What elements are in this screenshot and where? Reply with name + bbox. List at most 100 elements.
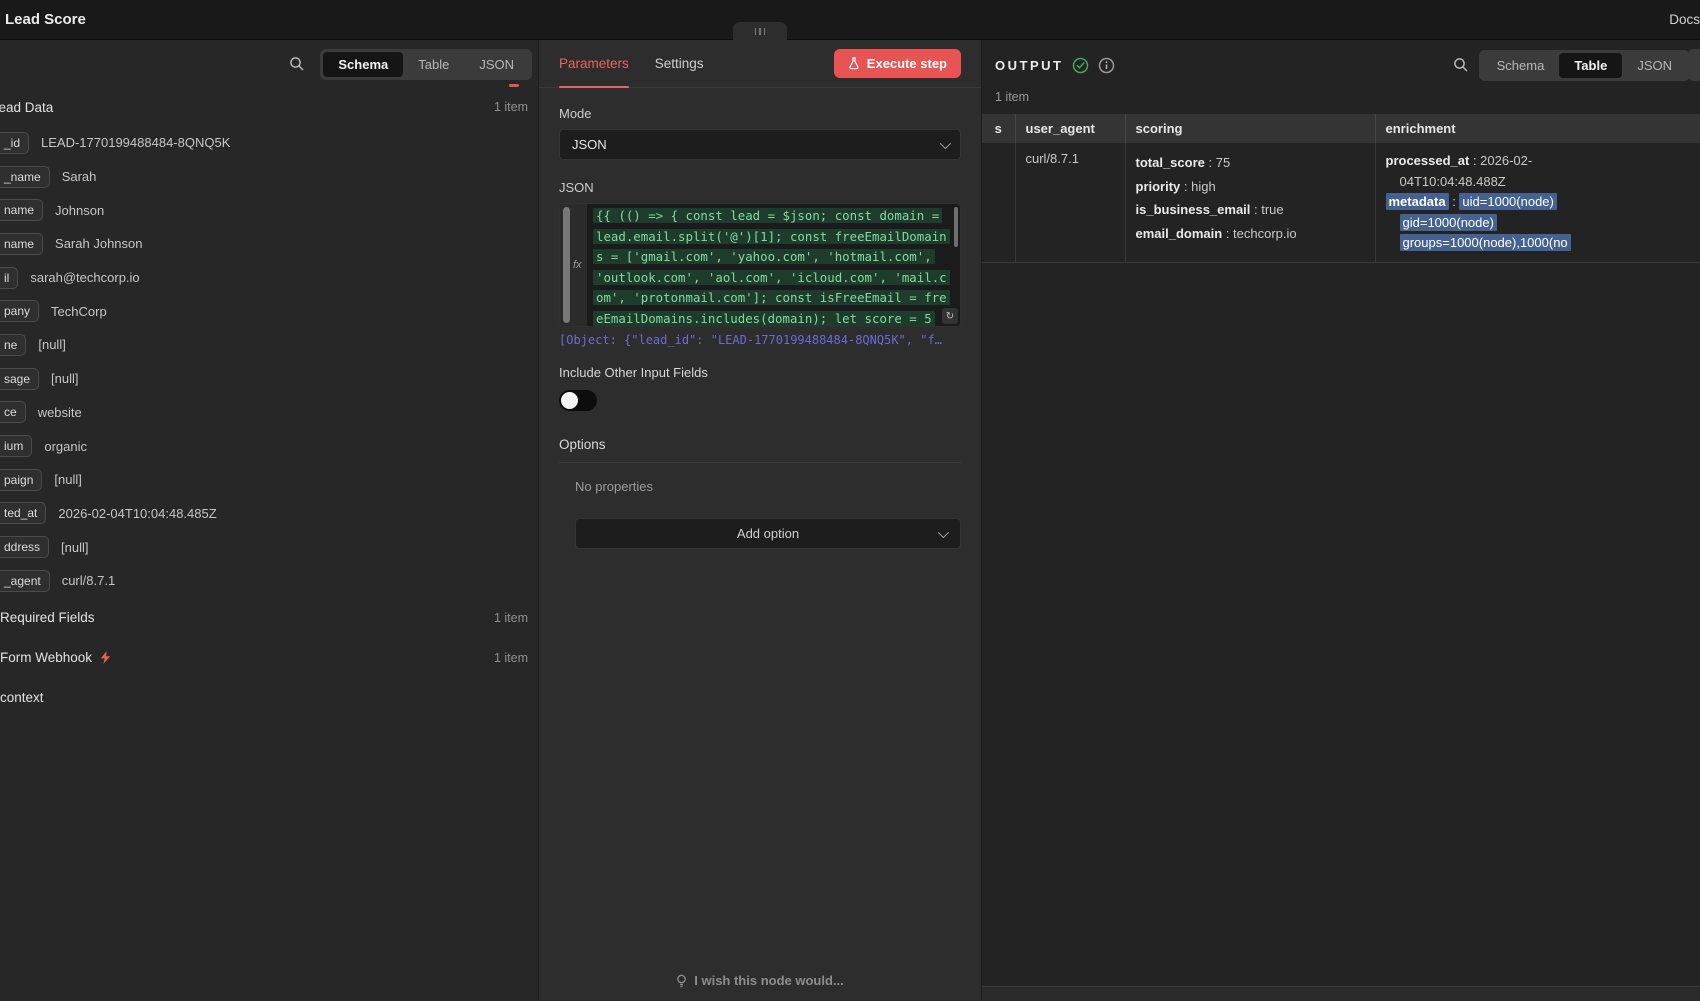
schema-field-row[interactable]: ce website — [0, 396, 538, 430]
input-panel: Schema Table JSON Lead Data 1 item _id L… — [0, 40, 538, 1000]
section-form-webhook-label: Form Webhook — [0, 650, 92, 665]
parameters-panel: Parameters Settings Execute step Mode JS… — [538, 40, 982, 1000]
input-tab-schema[interactable]: Schema — [323, 52, 403, 77]
include-other-fields-toggle[interactable] — [559, 390, 597, 411]
output-view-tabs: Schema Table JSON — [1479, 50, 1690, 81]
field-key-pill[interactable]: il — [0, 267, 18, 289]
field-value: LEAD-1770199488484-8QNQ5K — [41, 135, 230, 150]
schema-field-row[interactable]: sage [null] — [0, 362, 538, 396]
column-header-clipped[interactable]: s — [982, 114, 1015, 143]
field-value: sarah@techcorp.io — [30, 270, 139, 285]
code-lines: {{ (() => { const lead = $json; const do… — [587, 204, 960, 327]
schema-field-row[interactable]: paign [null] — [0, 463, 538, 497]
options-label: Options — [559, 437, 961, 452]
field-key-pill[interactable]: pany — [0, 300, 39, 322]
field-key-pill[interactable]: ddress — [0, 536, 49, 558]
cell-user-agent: curl/8.7.1 — [1015, 143, 1125, 262]
json-field-label: JSON — [559, 180, 961, 195]
flask-icon — [848, 57, 860, 70]
field-value: Johnson — [55, 203, 104, 218]
field-value: [null] — [54, 472, 81, 487]
field-key-pill[interactable]: _agent — [0, 570, 50, 592]
field-key-pill[interactable]: paign — [0, 469, 42, 491]
schema-field-row[interactable]: pany TechCorp — [0, 294, 538, 328]
editor-expand-icon[interactable]: ↻ — [942, 308, 958, 324]
include-other-fields-label: Include Other Input Fields — [559, 365, 961, 380]
schema-field-row[interactable]: ium organic — [0, 429, 538, 463]
schema-field-row[interactable]: ne [null] — [0, 328, 538, 362]
schema-field-row[interactable]: name Sarah Johnson — [0, 227, 538, 261]
field-key-pill[interactable]: ted_at — [0, 502, 46, 524]
column-header-user-agent[interactable]: user_agent — [1015, 114, 1125, 143]
field-key-pill[interactable]: ce — [0, 401, 26, 423]
field-value: organic — [44, 439, 87, 454]
cell-clipped — [982, 143, 1015, 262]
schema-field-row[interactable]: il sarah@techcorp.io — [0, 261, 538, 295]
input-search-icon[interactable] — [288, 55, 306, 73]
schema-field-row[interactable]: ddress [null] — [0, 530, 538, 564]
panel-drag-grip[interactable] — [733, 22, 787, 40]
schema-field-row[interactable]: _name Sarah — [0, 160, 538, 194]
info-circle-icon[interactable] — [1098, 57, 1115, 74]
field-value: [null] — [61, 540, 88, 555]
editor-scrollbar[interactable] — [954, 207, 958, 247]
schema-field-list: _id LEAD-1770199488484-8QNQ5K _name Sara… — [0, 126, 538, 598]
output-search-icon[interactable] — [1452, 56, 1470, 74]
field-key-pill[interactable]: sage — [0, 368, 39, 390]
output-panel: OUTPUT Schema Table JSON 1 item — [982, 40, 1700, 1000]
top-bar: Lead Score Docs — [0, 0, 1700, 40]
field-value: website — [38, 405, 82, 420]
section-required-fields-label: Required Fields — [0, 610, 95, 625]
no-properties-text: No properties — [575, 479, 961, 494]
editor-gutter-handle[interactable] — [563, 207, 570, 323]
schema-field-row[interactable]: _id LEAD-1770199488484-8QNQ5K — [0, 126, 538, 160]
section-context[interactable]: context — [0, 678, 538, 718]
output-table-header-row: s user_agent scoring enrichment — [982, 114, 1700, 143]
output-toolbar: OUTPUT Schema Table JSON — [982, 40, 1700, 90]
toggle-knob — [561, 392, 578, 409]
expression-result-preview: [Object: {"lead_id": "LEAD-1770199488484… — [559, 333, 961, 347]
lightbulb-icon — [676, 974, 687, 988]
tab-settings[interactable]: Settings — [655, 40, 704, 88]
json-expression-editor[interactable]: fx {{ (() => { const lead = $json; const… — [559, 203, 961, 327]
input-view-tabs: Schema Table JSON — [320, 49, 532, 80]
schema-field-row[interactable]: ted_at 2026-02-04T10:04:48.485Z — [0, 497, 538, 531]
parameters-header: Parameters Settings Execute step — [539, 40, 981, 88]
output-tab-schema[interactable]: Schema — [1482, 53, 1560, 78]
clipped-toolbar-button[interactable] — [1688, 49, 1700, 81]
section-form-webhook[interactable]: Form Webhook 1 item — [0, 638, 538, 678]
node-wish-hint[interactable]: I wish this node would... — [539, 973, 981, 988]
mode-select-value: JSON — [572, 137, 607, 152]
field-key-pill[interactable]: _name — [0, 166, 50, 188]
input-toolbar: Schema Table JSON — [0, 40, 538, 88]
add-option-button[interactable]: Add option — [575, 518, 961, 549]
schema-field-row[interactable]: name Johnson — [0, 193, 538, 227]
column-header-enrichment[interactable]: enrichment — [1375, 114, 1700, 143]
schema-field-row[interactable]: _agent curl/8.7.1 — [0, 564, 538, 598]
input-tab-table[interactable]: Table — [403, 52, 464, 77]
mode-label: Mode — [559, 106, 961, 121]
section-required-fields[interactable]: Required Fields 1 item — [0, 598, 538, 638]
field-key-pill[interactable]: _id — [0, 132, 29, 154]
section-lead-data[interactable]: Lead Data 1 item — [0, 88, 538, 126]
chevron-down-icon — [940, 137, 951, 148]
field-value: Sarah Johnson — [55, 236, 142, 251]
field-key-pill[interactable]: name — [0, 199, 43, 221]
field-key-pill[interactable]: ium — [0, 435, 32, 457]
field-key-pill[interactable]: name — [0, 233, 43, 255]
field-key-pill[interactable]: ne — [0, 334, 26, 356]
field-value: Sarah — [62, 169, 97, 184]
mode-select[interactable]: JSON — [559, 129, 961, 160]
output-tab-table[interactable]: Table — [1559, 53, 1622, 78]
chevron-down-icon — [938, 526, 949, 537]
tab-parameters[interactable]: Parameters — [559, 40, 629, 88]
input-tab-json[interactable]: JSON — [464, 52, 529, 77]
section-form-webhook-count: 1 item — [494, 651, 528, 665]
field-value: [null] — [51, 371, 78, 386]
execute-step-button[interactable]: Execute step — [834, 49, 961, 78]
field-value: TechCorp — [51, 304, 107, 319]
column-header-scoring[interactable]: scoring — [1125, 114, 1375, 143]
docs-link[interactable]: Docs — [1669, 12, 1700, 27]
connection-stub — [509, 84, 519, 87]
output-tab-json[interactable]: JSON — [1622, 53, 1687, 78]
